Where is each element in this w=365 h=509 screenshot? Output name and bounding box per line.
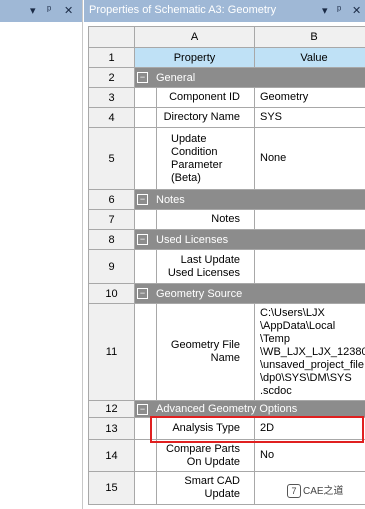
path-line: .scdoc [260, 384, 292, 397]
collapse-icon[interactable]: − [137, 403, 148, 415]
label-line: Name [210, 352, 240, 364]
value-cell[interactable]: C:\Users\LJX \AppData\Local \Temp \WB_LJ… [254, 303, 365, 401]
window-title: Properties of Schematic A3: Geometry [89, 4, 277, 16]
section-label: Geometry Source [156, 287, 243, 300]
column-header-a[interactable]: A [134, 26, 255, 48]
label-line: Last Update [180, 253, 240, 266]
label-line: Condition [171, 145, 218, 158]
row-number: 13 [88, 417, 135, 440]
row-number: 10 [88, 283, 135, 304]
collapse-icon[interactable]: − [137, 194, 148, 206]
dropdown-icon[interactable]: ▾ [30, 4, 36, 17]
value-cell[interactable] [254, 209, 365, 230]
label-line: On Update [186, 455, 240, 468]
close-icon[interactable]: ✕ [352, 4, 361, 17]
section-label: Advanced Geometry Options [156, 403, 298, 415]
highlight-box [150, 416, 364, 443]
property-label: Smart CAD Update [156, 471, 255, 505]
property-label: Last Update Used Licenses [156, 249, 255, 284]
value-cell[interactable]: Geometry [254, 87, 365, 108]
property-label: Notes [156, 209, 255, 230]
row-number: 8 [88, 229, 135, 250]
indent-cell [134, 439, 157, 472]
properties-titlebar: Properties of Schematic A3: Geometry ▾ ᵖ… [84, 0, 365, 22]
row-number: 2 [88, 67, 135, 88]
value-header: Value [254, 47, 365, 68]
path-line: \dp0\SYS\DM\SYS [260, 371, 352, 384]
section-used-licenses[interactable]: − Used Licenses [134, 229, 365, 250]
value-dropdown[interactable]: No▼ [254, 439, 365, 472]
section-geometry-source[interactable]: − Geometry Source [134, 283, 365, 304]
pin-icon[interactable]: ᵖ [47, 4, 51, 16]
property-label: Component ID [156, 87, 255, 108]
section-advanced-geometry-options[interactable]: − Advanced Geometry Options [134, 400, 365, 418]
section-label: Used Licenses [156, 233, 229, 246]
collapse-icon[interactable]: − [137, 288, 148, 300]
label-line: Parameter [171, 158, 223, 171]
path-line: C:\Users\LJX [260, 306, 325, 319]
watermark: 7 CAE之道 [287, 482, 344, 499]
label-line: Smart CAD [184, 475, 240, 487]
property-label: Geometry File Name [156, 303, 255, 401]
value-text: None [260, 152, 287, 164]
dropdown-icon[interactable]: ▾ [322, 4, 328, 17]
section-general[interactable]: − General [134, 67, 365, 88]
indent-cell [134, 107, 157, 128]
value-cell[interactable] [254, 249, 365, 284]
indent-cell [134, 87, 157, 108]
row-number: 1 [88, 47, 135, 68]
indent-cell [134, 127, 157, 190]
section-label: Notes [156, 193, 185, 206]
value-text: No [260, 449, 275, 461]
label-line: (Beta) [171, 171, 201, 184]
label-line: Update [171, 132, 207, 145]
row-number: 6 [88, 189, 135, 210]
row-number: 3 [88, 87, 135, 108]
row-number: 14 [88, 439, 135, 472]
property-label: Directory Name [156, 107, 255, 128]
collapse-icon[interactable]: − [137, 234, 148, 246]
row-number: 15 [88, 471, 135, 505]
row-number: 12 [88, 400, 135, 418]
section-label: General [156, 71, 196, 84]
indent-cell [134, 471, 157, 505]
value-dropdown[interactable]: None▼ [254, 127, 365, 190]
label-line: Used Licenses [167, 266, 240, 279]
left-panel-titlebar: ▾ ᵖ ✕ [0, 0, 82, 22]
property-header: Property [134, 47, 255, 68]
property-label: Update Condition Parameter (Beta) [156, 127, 255, 190]
path-line: \unsaved_project_file [260, 358, 364, 371]
left-panel: ▾ ᵖ ✕ [0, 0, 83, 509]
close-icon[interactable]: ✕ [64, 4, 73, 17]
pin-icon[interactable]: ᵖ [337, 4, 341, 16]
row-number: 4 [88, 107, 135, 128]
collapse-icon[interactable]: − [137, 72, 148, 84]
path-line: \AppData\Local [260, 319, 336, 332]
section-notes[interactable]: − Notes [134, 189, 365, 210]
indent-cell [134, 303, 157, 401]
path-line: \Temp [260, 332, 290, 345]
property-label: Compare Parts On Update [156, 439, 255, 472]
value-cell[interactable]: SYS [254, 107, 365, 128]
label-line: Geometry File [170, 339, 240, 351]
row-number: 9 [88, 249, 135, 284]
indent-cell [134, 209, 157, 230]
row-number: 5 [88, 127, 135, 190]
watermark-logo-icon: 7 [287, 484, 301, 499]
column-header-b[interactable]: B [254, 26, 365, 48]
row-number: 11 [88, 303, 135, 401]
watermark-text: CAE之道 [303, 486, 344, 497]
path-line: \WB_LJX_LJX_12380 [260, 345, 365, 358]
corner-cell [88, 26, 135, 48]
label-line: Compare Parts [166, 442, 240, 455]
row-number: 7 [88, 209, 135, 230]
label-line: Update [204, 488, 240, 500]
indent-cell [134, 249, 157, 284]
